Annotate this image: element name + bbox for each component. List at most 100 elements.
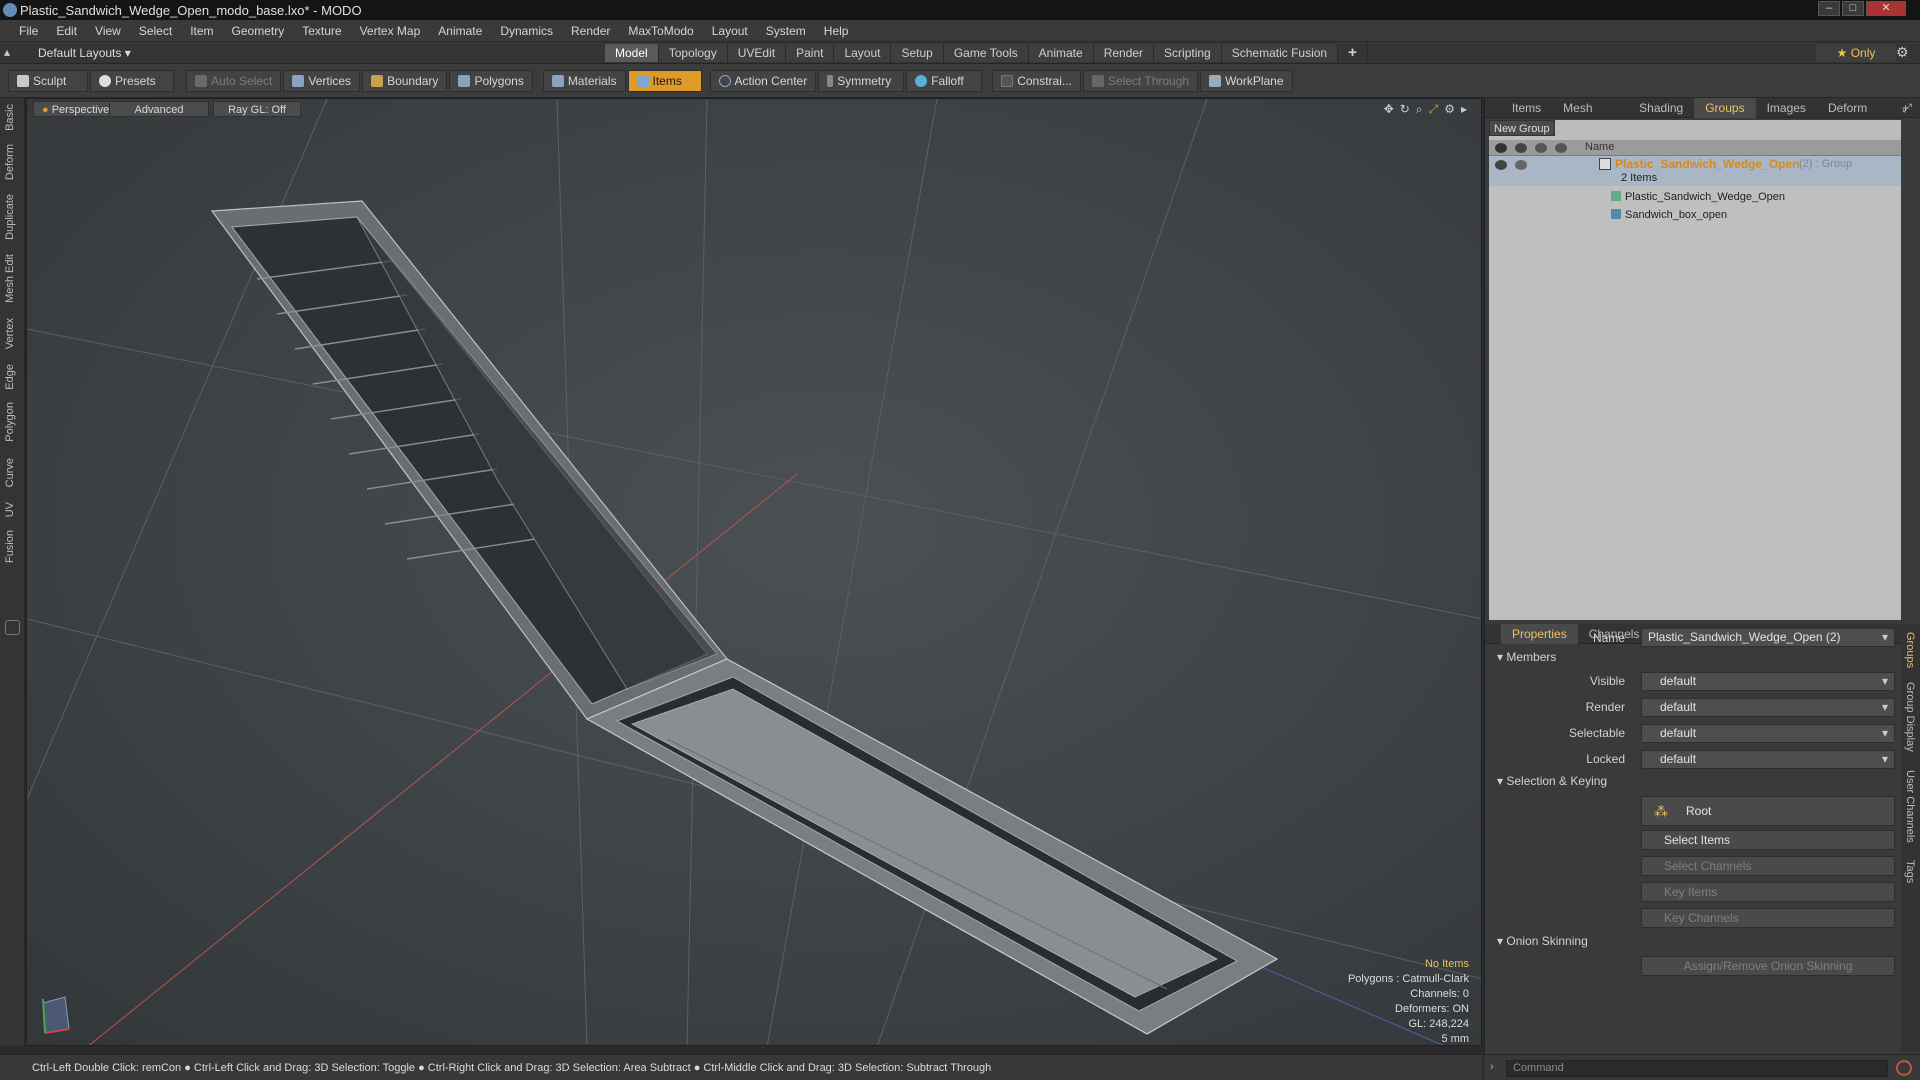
menu-render[interactable]: Render (562, 20, 619, 42)
constrain-button[interactable]: Constrai... (992, 69, 1081, 92)
selectable-dropdown[interactable]: default (1641, 724, 1895, 743)
tab-groups[interactable]: Groups (1694, 97, 1756, 118)
pan-icon[interactable]: ✥ (1384, 102, 1394, 117)
tab-uv[interactable]: UV (4, 502, 16, 517)
side-tab-user-channels[interactable]: User Channels (1904, 770, 1916, 843)
tab-render[interactable]: Render (1093, 44, 1155, 62)
menu-file[interactable]: File (10, 20, 47, 42)
select-through-button[interactable]: Select Through (1082, 69, 1199, 92)
3d-viewport[interactable]: ● Perspective Advanced Ray GL: Off ✥ ↻ ⌕… (26, 98, 1482, 1046)
render-dropdown[interactable]: default (1641, 698, 1895, 717)
falloff-button[interactable]: Falloff (906, 69, 983, 92)
tab-edge[interactable]: Edge (4, 364, 16, 390)
list-item[interactable]: Plastic_Sandwich_Wedge_Open (1489, 188, 1901, 206)
menu-item[interactable]: Item (181, 20, 222, 42)
polygons-button[interactable]: Polygons (449, 69, 533, 92)
layouts-dropdown[interactable]: Default Layouts ▾ (38, 42, 131, 64)
tab-schematic-fusion[interactable]: Schematic Fusion (1221, 44, 1339, 62)
list-item[interactable]: Sandwich_box_open (1489, 206, 1901, 224)
gear-icon[interactable]: ⚙ (1896, 44, 1909, 61)
viewport-settings-icon[interactable]: ⚙ (1444, 102, 1455, 117)
selection-keying-section[interactable]: ▾ Selection & Keying (1497, 774, 1607, 788)
presets-button[interactable]: Presets (90, 69, 174, 92)
tab-mesh-ops[interactable]: Mesh Ops (1552, 98, 1628, 135)
menu-dynamics[interactable]: Dynamics (491, 20, 562, 42)
add-tab-button[interactable]: + (1338, 44, 1368, 62)
new-group-button[interactable]: New Group (1489, 120, 1555, 136)
name-field[interactable]: Plastic_Sandwich_Wedge_Open (2) (1641, 628, 1895, 647)
tab-curve[interactable]: Curve (4, 458, 16, 487)
viewport-menu-arrow-icon[interactable]: ▸ (1461, 102, 1467, 117)
visible-dropdown[interactable]: default (1641, 672, 1895, 691)
record-icon[interactable] (1896, 1060, 1912, 1076)
tab-polygon[interactable]: Polygon (4, 402, 16, 442)
group-render-icon[interactable] (1515, 160, 1527, 170)
tab-uvedit[interactable]: UVEdit (727, 44, 787, 62)
tab-shading[interactable]: Shading (1628, 98, 1694, 118)
locked-dropdown[interactable]: default (1641, 750, 1895, 769)
key-channels-button[interactable]: Key Channels (1641, 908, 1895, 928)
tab-model[interactable]: Model (605, 44, 659, 62)
group-visibility-icon[interactable] (1495, 160, 1507, 170)
command-input[interactable]: Command (1506, 1060, 1888, 1077)
menu-system[interactable]: System (757, 20, 815, 42)
minimize-button[interactable]: – (1818, 1, 1840, 16)
tab-basic[interactable]: Basic (4, 104, 16, 131)
sculpt-button[interactable]: Sculpt (8, 69, 88, 92)
menu-edit[interactable]: Edit (47, 20, 86, 42)
materials-button[interactable]: Materials (542, 69, 626, 92)
tab-items[interactable]: Items (1501, 98, 1552, 118)
auto-select-button[interactable]: Auto Select (186, 69, 282, 92)
boundary-button[interactable]: Boundary (362, 69, 448, 92)
key-items-button[interactable]: Key Items (1641, 882, 1895, 902)
side-tab-group-display[interactable]: Group Display (1904, 682, 1916, 752)
panel-toggle-icon[interactable] (5, 620, 20, 635)
group-row[interactable]: Plastic_Sandwich_Wedge_Open (2) : Group … (1489, 156, 1901, 186)
tab-setup[interactable]: Setup (891, 44, 944, 62)
menu-select[interactable]: Select (130, 20, 181, 42)
select-channels-button[interactable]: Select Channels (1641, 856, 1895, 876)
onion-skinning-section[interactable]: ▾ Onion Skinning (1497, 934, 1588, 948)
maximize-button[interactable]: □ (1842, 1, 1864, 16)
tab-game-tools[interactable]: Game Tools (943, 44, 1029, 62)
side-tab-tags[interactable]: Tags (1904, 860, 1916, 883)
rotate-icon[interactable]: ↻ (1400, 102, 1410, 117)
items-button[interactable]: Items (627, 69, 702, 92)
menu-help[interactable]: Help (815, 20, 858, 42)
menu-animate[interactable]: Animate (429, 20, 491, 42)
scene-canvas[interactable] (27, 99, 1482, 1046)
action-center-button[interactable]: Action Center (709, 69, 817, 92)
tab-fusion[interactable]: Fusion (4, 530, 16, 563)
tab-images[interactable]: Images (1756, 98, 1817, 118)
menu-texture[interactable]: Texture (293, 20, 350, 42)
zoom-icon[interactable]: ⌕ (1416, 102, 1423, 117)
maximize-view-icon[interactable]: ⤢ (1429, 102, 1439, 117)
members-section[interactable]: ▾ Members (1497, 650, 1556, 664)
expand-panel-icon[interactable]: ⤢ (1902, 101, 1912, 116)
menu-layout[interactable]: Layout (703, 20, 757, 42)
tab-animate[interactable]: Animate (1028, 44, 1094, 62)
close-button[interactable]: ✕ (1866, 1, 1906, 16)
tab-paint[interactable]: Paint (786, 44, 835, 62)
select-items-button[interactable]: Select Items (1641, 830, 1895, 850)
raygl-button[interactable]: Ray GL: Off (213, 101, 301, 117)
menu-maxtomodo[interactable]: MaxToModo (619, 20, 702, 42)
tab-layout[interactable]: Layout (834, 44, 892, 62)
tab-scripting[interactable]: Scripting (1154, 44, 1222, 62)
root-button[interactable]: ⁂ Root (1641, 796, 1895, 826)
tab-mesh-edit[interactable]: Mesh Edit (4, 254, 16, 303)
tab-topology[interactable]: Topology (658, 44, 728, 62)
assign-onion-skinning-button[interactable]: Assign/Remove Onion Skinning (1641, 956, 1895, 976)
layout-arrow-icon[interactable]: ▴ (4, 45, 10, 59)
workplane-button[interactable]: WorkPlane (1200, 69, 1293, 92)
tab-vertex[interactable]: Vertex (4, 318, 16, 349)
tab-duplicate[interactable]: Duplicate (4, 194, 16, 240)
vertices-button[interactable]: Vertices (283, 69, 361, 92)
menu-vertex-map[interactable]: Vertex Map (351, 20, 430, 42)
tab-deform[interactable]: Deform ... (1817, 98, 1891, 135)
symmetry-button[interactable]: Symmetry (818, 69, 905, 92)
view-mode-button[interactable]: ● Perspective (33, 101, 119, 117)
tab-deform[interactable]: Deform (4, 144, 16, 180)
shading-mode-button[interactable]: Advanced (109, 101, 209, 117)
side-tab-groups[interactable]: Groups (1904, 632, 1916, 668)
